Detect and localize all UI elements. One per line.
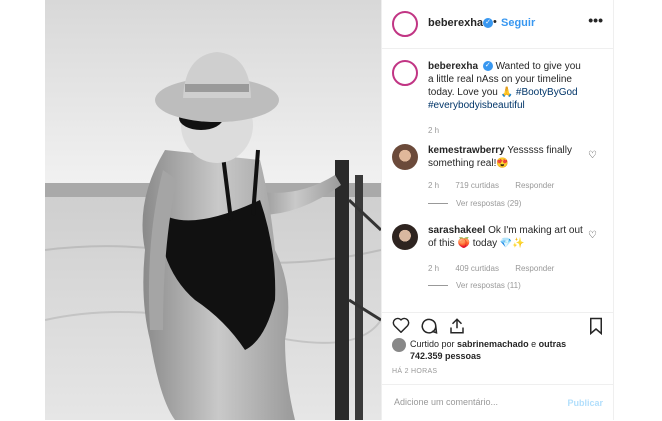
caption-text: beberexha ✓ Wanted to give you a little …: [428, 60, 588, 112]
author-username[interactable]: beberexha: [428, 17, 483, 29]
comment-input[interactable]: [392, 396, 556, 408]
share-icon[interactable]: [448, 317, 466, 340]
view-replies-button[interactable]: Ver respostas (29): [428, 199, 521, 208]
caption-avatar[interactable]: [392, 60, 418, 86]
publish-button[interactable]: Publicar: [567, 398, 603, 408]
caption-meta: 2 h: [428, 126, 453, 135]
like-heart-icon[interactable]: [392, 317, 410, 338]
save-bookmark-icon[interactable]: [589, 317, 603, 340]
follow-button[interactable]: Seguir: [501, 17, 535, 29]
comment-icon[interactable]: [420, 317, 438, 340]
verified-badge-icon: ✓: [483, 18, 493, 28]
author-avatar[interactable]: [392, 11, 418, 37]
likes-prefix: Curtido por: [410, 339, 455, 349]
add-comment-bar: Publicar: [382, 384, 613, 421]
comment-time: 2 h: [428, 181, 440, 190]
commenter-username[interactable]: kemestrawberry: [428, 145, 505, 156]
comment-like-icon[interactable]: ♡: [588, 150, 597, 161]
praying-hands-emoji-icon: 🙏: [500, 87, 514, 98]
comments-list[interactable]: beberexha ✓ Wanted to give you a little …: [382, 48, 613, 312]
hashtag-link[interactable]: #everybodyisbeautiful: [428, 100, 525, 111]
more-options-icon[interactable]: •••: [588, 12, 603, 28]
post-timestamp[interactable]: HÁ 2 HORAS: [392, 368, 437, 375]
comment-likes[interactable]: 719 curtidas: [455, 181, 499, 190]
comment-text: kemestrawberry Yesssss finally something…: [428, 144, 588, 170]
liker-username[interactable]: sabrinemachado: [457, 339, 529, 349]
comment-like-icon[interactable]: ♡: [588, 230, 597, 241]
reply-button[interactable]: Responder: [515, 181, 554, 190]
divider-line: [428, 203, 448, 205]
post-header: beberexha ✓ • Seguir •••: [382, 0, 613, 49]
post-photo[interactable]: [45, 0, 381, 420]
verified-badge-icon: ✓: [482, 61, 493, 72]
comment-meta: 2 h 409 curtidas Responder: [428, 264, 568, 273]
action-bar: [382, 312, 613, 337]
commenter-avatar[interactable]: [392, 144, 418, 170]
commenter-avatar[interactable]: [392, 224, 418, 250]
view-replies-label[interactable]: Ver respostas (11): [456, 281, 521, 290]
separator-dot: •: [493, 16, 497, 28]
view-replies-label[interactable]: Ver respostas (29): [456, 199, 521, 208]
caption-time: 2 h: [428, 126, 440, 135]
caption-username[interactable]: beberexha: [428, 61, 478, 72]
likes-mid: e: [531, 339, 537, 349]
comment-likes[interactable]: 409 curtidas: [455, 264, 499, 273]
divider-line: [428, 285, 448, 287]
comment-meta: 2 h 719 curtidas Responder: [428, 181, 568, 190]
commenter-username[interactable]: sarashakeel: [428, 225, 485, 236]
comment-time: 2 h: [428, 264, 440, 273]
hashtag-link[interactable]: #BootyByGod: [516, 87, 578, 98]
post-detail-panel: beberexha ✓ • Seguir ••• beberexha ✓ Wan…: [381, 0, 614, 420]
comment-text: sarashakeel Ok I'm making art out of thi…: [428, 224, 588, 250]
reply-button[interactable]: Responder: [515, 264, 554, 273]
liker-avatar[interactable]: [392, 338, 406, 352]
view-replies-button[interactable]: Ver respostas (11): [428, 281, 521, 290]
